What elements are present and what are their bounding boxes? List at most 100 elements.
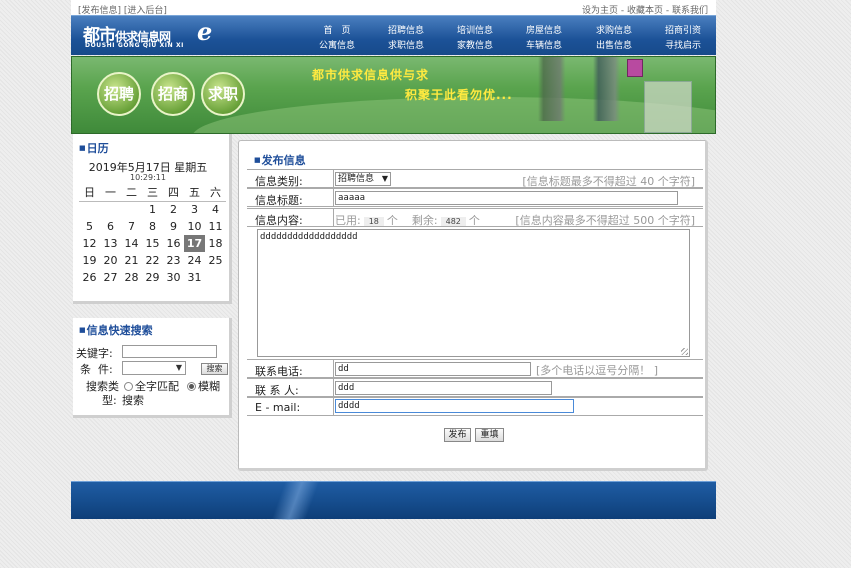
- option-fuzzy-label: 模糊: [198, 380, 220, 393]
- calendar-day[interactable]: 3: [184, 201, 205, 218]
- condition-select[interactable]: ▼: [122, 361, 186, 375]
- logo-pinyin: DOUSHI GONG QIU XIN XI: [85, 42, 184, 49]
- radio-fuzzy[interactable]: [187, 382, 196, 391]
- weekday-header: 三: [142, 184, 163, 202]
- calendar-day[interactable]: 8: [142, 218, 163, 235]
- quick-search-panel: 信息快速搜索 关键字: 条 件: ▼ 搜索 搜索类 全字匹配 模糊 型: 搜索: [73, 318, 232, 418]
- banner-button-job-seek[interactable]: 求职: [201, 72, 245, 116]
- email-label: E - mail:: [255, 401, 301, 414]
- divider: [333, 360, 334, 377]
- search-type-label-2: 型:: [102, 394, 117, 407]
- email-input[interactable]: dddd: [335, 399, 574, 413]
- calendar-day[interactable]: 29: [142, 269, 163, 286]
- banner-people-image: [527, 57, 637, 121]
- submit-button[interactable]: 发布: [444, 428, 471, 442]
- calendar-day[interactable]: 2: [163, 201, 184, 218]
- nav-jobs[interactable]: 招聘信息: [380, 23, 432, 36]
- contact-row: 联 系 人: ddd: [247, 378, 703, 397]
- calendar-day[interactable]: 1: [142, 201, 163, 218]
- search-title: 信息快速搜索: [79, 322, 153, 338]
- calendar-day[interactable]: 28: [121, 269, 142, 286]
- banner-bag-image: [627, 59, 643, 77]
- calendar-day[interactable]: 26: [79, 269, 100, 286]
- calendar-day[interactable]: 5: [79, 218, 100, 235]
- calendar-day[interactable]: 6: [100, 218, 121, 235]
- content-textarea[interactable]: dddddddddddddddddd: [257, 229, 690, 357]
- calendar-day[interactable]: 20: [100, 252, 121, 269]
- reset-button[interactable]: 重填: [475, 428, 504, 442]
- calendar-day[interactable]: 25: [205, 252, 226, 269]
- calendar-day[interactable]: 12: [79, 235, 100, 252]
- calendar-day[interactable]: 7: [121, 218, 142, 235]
- calendar-day[interactable]: 14: [121, 235, 142, 252]
- calendar-day[interactable]: 27: [100, 269, 121, 286]
- category-hint: [信息标题最多不得超过 40 个字符]: [522, 175, 695, 188]
- keyword-label: 关键字:: [76, 347, 113, 360]
- calendar-day[interactable]: 9: [163, 218, 184, 235]
- category-value: 招聘信息: [338, 174, 375, 184]
- calendar-day-today[interactable]: 17: [184, 235, 205, 252]
- calendar-day[interactable]: 16: [163, 235, 184, 252]
- calendar-day[interactable]: 18: [205, 235, 226, 252]
- nav-home[interactable]: 首 页: [311, 23, 363, 36]
- calendar-day: [121, 201, 142, 218]
- title-row: 信息标题: aaaaa: [247, 188, 703, 207]
- weekday-header: 二: [121, 184, 142, 202]
- title-input[interactable]: aaaaa: [335, 191, 678, 205]
- calendar-panel: 日历 2019年5月17日 星期五 10:29:11 日一二三四五六 12345…: [73, 134, 232, 304]
- nav-training[interactable]: 培训信息: [449, 23, 501, 36]
- nav-apartment[interactable]: 公寓信息: [311, 38, 363, 51]
- calendar-day[interactable]: 21: [121, 252, 142, 269]
- calendar-week: 12 13 14 15 16 17 18: [79, 235, 226, 252]
- category-select[interactable]: 招聘信息 ▼: [335, 172, 391, 186]
- nav-invest[interactable]: 招商引资: [657, 23, 709, 36]
- header: 都市供求信息网 e DOUSHI GONG QIU XIN XI 首 页 招聘信…: [71, 15, 716, 55]
- nav-tutor[interactable]: 家教信息: [449, 38, 501, 51]
- nav-job-seek[interactable]: 求职信息: [380, 38, 432, 51]
- banner-button-investment[interactable]: 招商: [151, 72, 195, 116]
- calendar-day[interactable]: 30: [163, 269, 184, 286]
- option-fuzzy[interactable]: 模糊: [187, 378, 220, 394]
- keyword-input[interactable]: [122, 345, 217, 358]
- calendar-day: [79, 201, 100, 218]
- divider: [333, 209, 334, 226]
- site-logo[interactable]: 都市供求信息网 e DOUSHI GONG QIU XIN XI: [79, 17, 225, 53]
- calendar-week: 26 27 28 29 30 31: [79, 269, 226, 286]
- calendar-week: 1234: [79, 201, 226, 218]
- calendar-day[interactable]: 15: [142, 235, 163, 252]
- nav-vehicle[interactable]: 车辆信息: [518, 38, 570, 51]
- calendar-day[interactable]: 22: [142, 252, 163, 269]
- calendar-time: 10:29:11: [130, 173, 166, 182]
- calendar-day[interactable]: 19: [79, 252, 100, 269]
- search-button[interactable]: 搜索: [201, 363, 228, 375]
- content-label: 信息内容:: [255, 214, 303, 227]
- unit-label: 个: [386, 214, 398, 227]
- form-title: 发布信息: [254, 152, 306, 168]
- post-info-form: 发布信息 信息类别: 招聘信息 ▼ [信息标题最多不得超过 40 个字符] 信息标…: [238, 140, 708, 471]
- option-fuzzy-label-2: 搜索: [122, 394, 144, 407]
- calendar-day[interactable]: 4: [205, 201, 226, 218]
- unit-label: 个: [468, 214, 480, 227]
- nav-housing[interactable]: 房屋信息: [518, 23, 570, 36]
- banner-building-image: [644, 81, 692, 133]
- calendar-day[interactable]: 10: [184, 218, 205, 235]
- nav-buy[interactable]: 求购信息: [588, 23, 640, 36]
- calendar-day[interactable]: 11: [205, 218, 226, 235]
- phone-input[interactable]: dd: [335, 362, 531, 376]
- banner-slogan-2: 积聚于此看勿优...: [405, 88, 513, 102]
- calendar-day[interactable]: 13: [100, 235, 121, 252]
- nav-lost-found[interactable]: 寻找启示: [657, 38, 709, 51]
- calendar-title: 日历: [79, 140, 109, 156]
- remain-label: 剩余:: [411, 214, 438, 227]
- calendar-day: [205, 269, 226, 286]
- contact-input[interactable]: ddd: [335, 381, 552, 395]
- resize-grip-icon[interactable]: [681, 348, 688, 355]
- contact-label: 联 系 人:: [255, 384, 299, 397]
- calendar-day[interactable]: 23: [163, 252, 184, 269]
- calendar-day[interactable]: 24: [184, 252, 205, 269]
- calendar-day[interactable]: 31: [184, 269, 205, 286]
- nav-sell[interactable]: 出售信息: [588, 38, 640, 51]
- radio-exact[interactable]: [124, 382, 133, 391]
- banner-button-recruit[interactable]: 招聘: [97, 72, 141, 116]
- logo-e-mark: e: [197, 17, 213, 46]
